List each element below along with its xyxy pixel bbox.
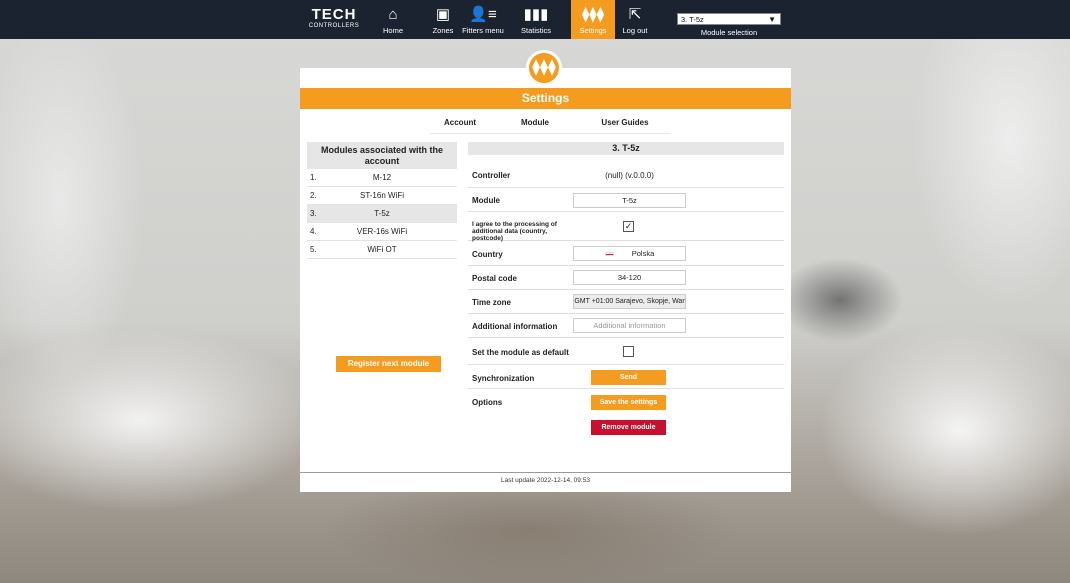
save-settings-button[interactable]: Save the settings [591,395,666,410]
statistics-icon: ▮▮▮ [523,6,549,23]
logo-subtext: CONTROLLERS [308,23,360,29]
module-settings-form: 3. T-5z Controller (null) (v.0.0.0) Modu… [468,142,784,435]
synchronization-label: Synchronization [472,374,535,383]
list-item[interactable]: 5. WiFi OT [307,241,457,259]
nav-fitters-menu[interactable]: 👤≡ Fitters menu [455,0,511,39]
postal-code-input[interactable]: 34-120 [573,270,686,285]
module-name-input[interactable]: T-5z [573,193,686,208]
tab-module[interactable]: Module [490,116,580,134]
logo-text: TECH [311,6,357,23]
footer-divider [300,472,791,473]
remove-module-button[interactable]: Remove module [591,420,666,435]
module-select-value: 3. T-5z [681,15,704,24]
country-row: Country Polska [468,241,784,266]
module-label: Module [472,196,500,205]
nav-settings[interactable]: ⧫⧫⧫ Settings [571,0,615,39]
controller-value: (null) (v.0.0.0) [605,171,654,180]
last-update-text: Last update 2022-12-14, 09:53 [501,477,590,484]
controller-row: Controller (null) (v.0.0.0) [468,163,784,188]
time-zone-row: Time zone GMT +01:00 Sarajevo, Skopje, W… [468,290,784,314]
list-item-name: T-5z [374,209,390,218]
module-row: Module T-5z [468,188,784,212]
additional-info-row: Additional information Additional inform… [468,314,784,338]
modules-list-title: Modules associated with the account [307,142,457,169]
options-section: Options Save the settings Remove module [468,389,784,449]
tab-user-guides[interactable]: User Guides [580,116,670,134]
default-module-label: Set the module as default [472,348,569,357]
options-label: Options [472,398,503,407]
default-module-checkbox[interactable] [623,346,634,357]
list-item[interactable]: 4. VER-16s WiFi [307,223,457,241]
home-icon: ⌂ [388,6,398,23]
send-button[interactable]: Send [591,370,666,385]
nav-settings-label: Settings [579,26,607,35]
postal-code-label: Postal code [472,274,517,283]
agree-checkbox[interactable]: ✓ [623,221,634,232]
postal-code-row: Postal code 34-120 [468,266,784,290]
country-value: Polska [631,249,655,258]
agree-label: I agree to the processing of additional … [472,221,557,242]
modules-list: Modules associated with the account 1. M… [307,142,457,372]
nav-home[interactable]: ⌂ Home [376,0,410,39]
nav-zones-label: Zones [432,26,454,35]
nav-logout[interactable]: ⇱ Log out [615,0,655,39]
module-select-dropdown[interactable]: 3. T-5z ▼ [677,13,781,25]
additional-info-label: Additional information [472,322,558,331]
country-label: Country [472,250,503,259]
fitters-menu-icon: 👤≡ [469,6,497,23]
tab-divider [430,133,670,134]
module-select-label: Module selection [700,28,758,37]
form-title: 3. T-5z [468,142,784,155]
list-item-name: ST-16n WiFi [359,191,404,200]
nav-statistics-label: Statistics [520,26,551,35]
nav-logout-label: Log out [622,26,648,35]
settings-tabs: Account Module User Guides [300,116,791,134]
list-item-selected[interactable]: 3. T-5z [307,205,457,223]
synchronization-row: Synchronization Send [468,365,784,389]
list-item-name: WiFi OT [367,245,397,254]
register-next-module-button[interactable]: Register next module [336,356,441,372]
list-item[interactable]: 2. ST-16n WiFi [307,187,457,205]
top-navigation-bar: TECH CONTROLLERS ⌂ Home ▣ Zones 👤≡ Fitte… [0,0,1070,39]
settings-badge-icon: ⧫⧫⧫ [526,50,562,86]
nav-statistics[interactable]: ▮▮▮ Statistics [511,0,561,39]
default-module-row: Set the module as default [468,338,784,365]
nav-home-label: Home [382,26,403,35]
controller-label: Controller [472,171,511,180]
settings-panel: Settings Account Module User Guides Modu… [300,68,791,492]
time-zone-select[interactable]: GMT +01:00 Sarajevo, Skopje, War [573,294,686,309]
zones-icon: ▣ [435,6,451,23]
nav-fitters-label: Fitters menu [462,26,504,35]
logout-icon: ⇱ [628,6,642,23]
tab-account[interactable]: Account [430,116,490,134]
tech-logo[interactable]: TECH CONTROLLERS [306,7,362,33]
additional-info-input[interactable]: Additional information [573,318,686,333]
country-select[interactable]: Polska [573,246,686,261]
time-zone-label: Time zone [472,298,511,307]
list-item-name: VER-16s WiFi [356,227,408,236]
agree-row: I agree to the processing of additional … [468,212,784,242]
chevron-down-icon: ▼ [768,15,776,24]
list-item[interactable]: 1. M-12 [307,169,457,187]
list-item-name: M-12 [372,173,392,182]
poland-flag-icon [604,252,614,257]
settings-sliders-icon: ⧫⧫⧫ [581,6,605,23]
page-title: Settings [300,88,791,109]
